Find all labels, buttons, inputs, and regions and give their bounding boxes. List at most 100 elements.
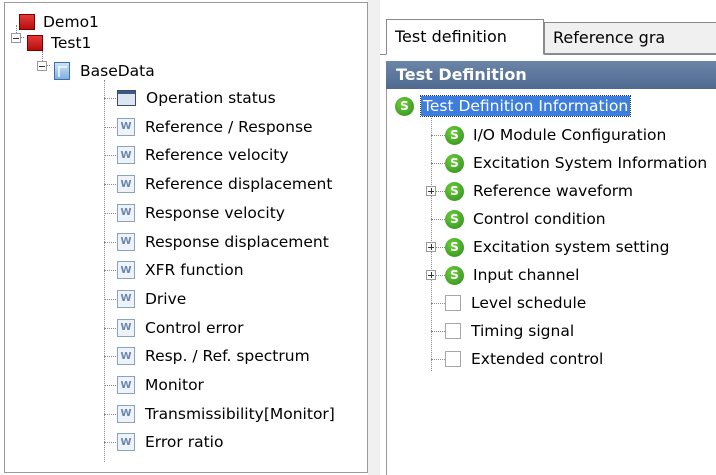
graph-icon: W (117, 117, 135, 136)
tree-connector (431, 163, 445, 164)
window-icon (117, 90, 136, 106)
tree-node-item[interactable]: Extended control (445, 346, 605, 372)
tree-node-item[interactable]: W Monitor (117, 372, 206, 398)
expand-toggle[interactable] (426, 242, 436, 252)
tree-node-item[interactable]: W Control error (117, 315, 245, 341)
tree-node-label: Transmissibility[Monitor] (145, 404, 335, 423)
setting-status-icon: S (445, 237, 464, 257)
tree-node-label: Demo1 (43, 13, 99, 31)
tree-node-test-definition-information[interactable]: S Test Definition Information (395, 93, 632, 119)
tree-connector (104, 155, 116, 157)
tree-node-item[interactable]: W Response velocity (117, 200, 287, 226)
tree-node-label: Extended control (471, 350, 604, 368)
data-folder-icon (54, 62, 70, 80)
setting-status-icon: S (445, 181, 464, 201)
tree-node-item[interactable]: S Excitation System Information (445, 150, 709, 176)
tab-test-definition[interactable]: Test definition (386, 19, 544, 55)
tree-node-item[interactable]: Level schedule (445, 290, 588, 316)
tree-node-label: Response velocity (145, 203, 285, 222)
tree-node-item[interactable]: Timing signal (445, 318, 576, 344)
tree-node-item[interactable]: W Reference / Response (117, 114, 315, 140)
setting-status-icon: S (445, 265, 464, 285)
tree-connector (104, 241, 116, 243)
tree-connector (431, 331, 445, 332)
tree-node-item[interactable]: W Resp. / Ref. spectrum (117, 343, 312, 369)
tree-node-item[interactable]: W XFR function (117, 257, 246, 283)
tree-node-item[interactable]: S Control condition (445, 206, 608, 232)
tree-node-item[interactable]: S Input channel (445, 262, 581, 288)
tree-node-test[interactable]: Test1 (27, 30, 93, 56)
graph-icon: W (117, 347, 135, 366)
setting-status-icon: S (445, 125, 464, 145)
expand-toggle[interactable] (426, 270, 436, 280)
tree-connector (431, 135, 445, 136)
app-window: Demo1 Test1 BaseData Operation status W Re… (0, 0, 716, 475)
tree-node-label: Excitation system setting (473, 238, 670, 256)
setting-status-icon: S (445, 209, 464, 229)
tree-node-label: Response displacement (145, 232, 329, 251)
tree-connector (104, 327, 116, 329)
graph-icon: W (117, 289, 135, 308)
graph-icon: W (117, 404, 135, 423)
tree-node-item[interactable]: S I/O Module Configuration (445, 122, 668, 148)
graph-icon: W (117, 261, 135, 280)
definition-panel: Test definition Reference gra Test Defin… (380, 0, 716, 475)
tree-connector (431, 111, 432, 371)
tab-strip: Test definition Reference gra (380, 14, 716, 55)
graph-icon: W (117, 232, 135, 251)
test-icon (27, 35, 43, 51)
tree-connector (104, 126, 116, 128)
tree-node-label: Reference waveform (473, 182, 634, 200)
tree-connector (431, 359, 445, 360)
tree-node-item[interactable]: W Response displacement (117, 229, 331, 255)
tree-node-label: BaseData (80, 62, 155, 80)
tree-connector (104, 298, 116, 300)
tree-connector (104, 413, 116, 415)
panel-splitter[interactable] (368, 0, 380, 475)
tree-node-label: Input channel (473, 266, 580, 284)
tree-node-item[interactable]: W Reference velocity (117, 142, 291, 168)
tree-connector (104, 184, 116, 186)
data-tree-panel[interactable]: Demo1 Test1 BaseData Operation status W Re… (4, 2, 368, 473)
tab-reference-graph[interactable]: Reference gra (544, 22, 716, 54)
tree-node-item[interactable]: W Drive (117, 286, 188, 312)
tree-connector (104, 212, 116, 214)
definition-tree[interactable]: S Test Definition Information S I/O Modul… (386, 89, 716, 475)
section-title: Test Definition (386, 61, 716, 89)
tree-node-item[interactable]: S Reference waveform (445, 178, 635, 204)
tree-node-label: Control condition (473, 210, 606, 228)
graph-icon: W (117, 318, 135, 337)
tree-node-label: Reference velocity (145, 146, 289, 165)
graph-icon: W (117, 175, 135, 194)
setting-status-icon: S (445, 153, 464, 173)
unset-box-icon (445, 351, 461, 367)
tree-node-label: Drive (145, 289, 187, 308)
tree-node-label: Test Definition Information (419, 95, 632, 117)
tree-node-label: Excitation System Information (473, 154, 708, 172)
tree-connector (104, 356, 116, 358)
tree-node-label: Operation status (146, 89, 276, 107)
unset-box-icon (445, 323, 461, 339)
tree-node-label: Timing signal (471, 322, 575, 340)
tree-node-item[interactable]: S Excitation system setting (445, 234, 671, 260)
graph-icon: W (117, 433, 135, 452)
tree-node-label: Control error (145, 318, 244, 337)
setting-status-icon: S (395, 96, 414, 116)
project-icon (19, 14, 35, 30)
tree-node-item[interactable]: W Reference displacement (117, 171, 334, 197)
tree-node-item[interactable]: Operation status (117, 85, 278, 111)
collapse-toggle[interactable] (37, 61, 47, 71)
tree-connector (104, 385, 116, 386)
tree-node-label: Level schedule (471, 294, 587, 312)
tree-connector (104, 270, 116, 272)
tree-node-item[interactable]: W Transmissibility[Monitor] (117, 401, 337, 427)
tree-node-label: Monitor (145, 376, 204, 394)
expand-toggle[interactable] (426, 186, 436, 196)
tree-connector (104, 98, 116, 99)
tree-node-item[interactable]: W Error ratio (117, 429, 225, 455)
collapse-toggle[interactable] (11, 33, 21, 43)
tree-node-basedata[interactable]: BaseData (54, 58, 157, 84)
tree-node-label: Reference displacement (145, 175, 333, 194)
tree-node-label: Test1 (51, 34, 92, 52)
tree-node-label: XFR function (145, 261, 244, 280)
